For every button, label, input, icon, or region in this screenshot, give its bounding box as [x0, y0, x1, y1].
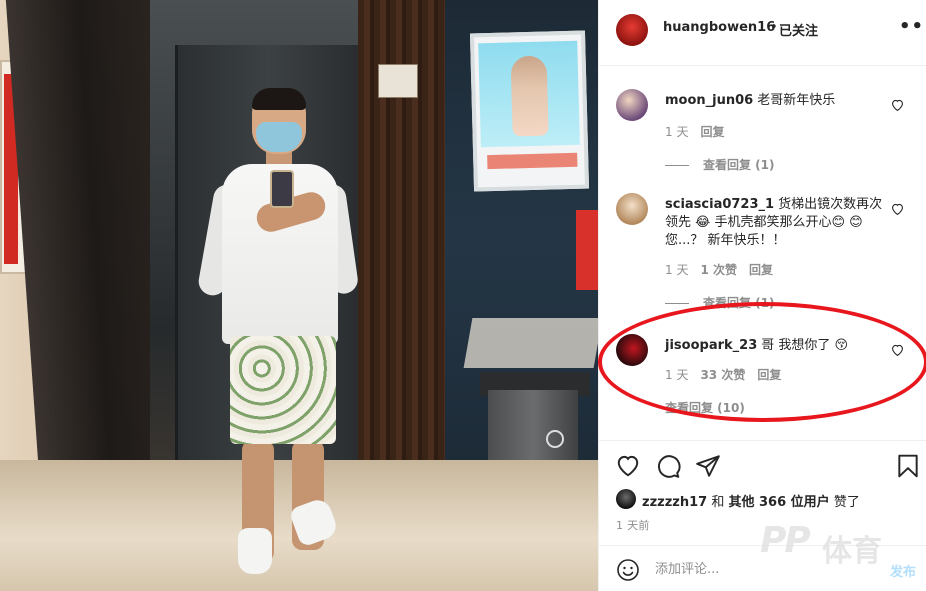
commenter-avatar[interactable] — [616, 334, 648, 366]
heart-icon[interactable] — [891, 203, 904, 215]
likes-suffix: 赞了 — [833, 495, 860, 510]
comment-text: jisoopark_23 哥 我想你了 😚 — [665, 337, 885, 355]
elevator-sign — [378, 64, 418, 98]
heart-icon[interactable] — [891, 344, 904, 356]
comment-text: sciascia0723_1 货梯出镜次数再次领先 😂 手机壳都笑那么开心😊 😊 … — [665, 196, 885, 250]
liker-username[interactable]: zzzzzh17 — [642, 495, 707, 510]
comment-time: 1 天 — [665, 263, 689, 277]
comment-icon[interactable] — [655, 453, 681, 479]
comments-list[interactable]: moon_jun06 老哥新年快乐 1 天回复 查看回复 (1) sciascia… — [599, 67, 926, 440]
counter — [463, 318, 598, 368]
post-photo[interactable] — [0, 0, 598, 591]
post-actions: zzzzzh17 和 其他 366 位用户 赞了 1 天前 发布 — [599, 440, 926, 591]
liker-avatar — [616, 489, 636, 509]
comment-meta: 1 天 33 次赞 回复 — [665, 366, 793, 383]
comment-text: moon_jun06 老哥新年快乐 — [665, 92, 885, 110]
owner-username[interactable]: huangbowen16 — [663, 20, 775, 35]
more-options-icon[interactable]: ••• — [899, 16, 926, 37]
likes-text: zzzzzh17 和 其他 366 位用户 赞了 — [642, 491, 860, 510]
commenter-username[interactable]: jisoopark_23 — [665, 338, 757, 353]
follow-status[interactable]: 已关注 — [779, 20, 818, 39]
comment-time: 1 天 — [665, 125, 689, 139]
add-comment-bar: 发布 — [599, 545, 926, 591]
commenter-username[interactable]: sciascia0723_1 — [665, 197, 774, 212]
view-replies-button[interactable]: 查看回复 (1) — [665, 156, 775, 173]
view-replies-label: 查看回复 (1) — [703, 158, 775, 172]
view-replies-label: 查看回复 (1) — [703, 296, 775, 310]
comment-body: 老哥新年快乐 — [757, 93, 836, 108]
comment-meta: 1 天回复 — [665, 123, 736, 140]
comment-body: 哥 我想你了 😚 — [761, 338, 849, 353]
comment-likes[interactable]: 33 次赞 — [700, 368, 745, 382]
emoji-icon[interactable] — [616, 558, 640, 582]
view-replies-button[interactable]: 查看回复 (10) — [665, 399, 745, 416]
likes-and: 和 — [711, 495, 725, 510]
view-replies-label: 查看回复 (10) — [665, 401, 745, 415]
commenter-avatar[interactable] — [616, 89, 648, 121]
comment-time: 1 天 — [665, 368, 689, 382]
reply-button[interactable]: 回复 — [700, 125, 724, 139]
bookmark-icon[interactable] — [895, 453, 921, 479]
post-comment-button[interactable]: 发布 — [890, 561, 916, 580]
view-replies-button[interactable]: 查看回复 (1) — [665, 294, 775, 311]
likes-others[interactable]: 其他 366 位用户 — [728, 495, 829, 510]
commenter-avatar[interactable] — [616, 193, 648, 225]
recycle-icon — [546, 430, 564, 448]
man-figure — [196, 88, 360, 578]
heart-icon[interactable] — [891, 99, 904, 111]
red-panel — [576, 210, 598, 290]
commenter-username[interactable]: moon_jun06 — [665, 93, 753, 108]
post-timestamp: 1 天前 — [616, 519, 650, 532]
owner-avatar[interactable] — [616, 14, 648, 46]
comment-likes[interactable]: 1 次赞 — [700, 263, 737, 277]
share-icon[interactable] — [695, 453, 721, 479]
reply-button[interactable]: 回复 — [749, 263, 773, 277]
reply-button[interactable]: 回复 — [757, 368, 781, 382]
ad-screen — [469, 30, 590, 192]
comment-input[interactable] — [655, 556, 875, 582]
separator-dot: • — [770, 20, 778, 35]
post-panel: huangbowen16 • 已关注 ••• moon_jun06老哥新年快乐 … — [598, 0, 926, 591]
comment-meta: 1 天 1 次赞 回复 — [665, 261, 785, 278]
heart-icon[interactable] — [615, 453, 641, 479]
post-header: huangbowen16 • 已关注 ••• — [599, 0, 926, 66]
